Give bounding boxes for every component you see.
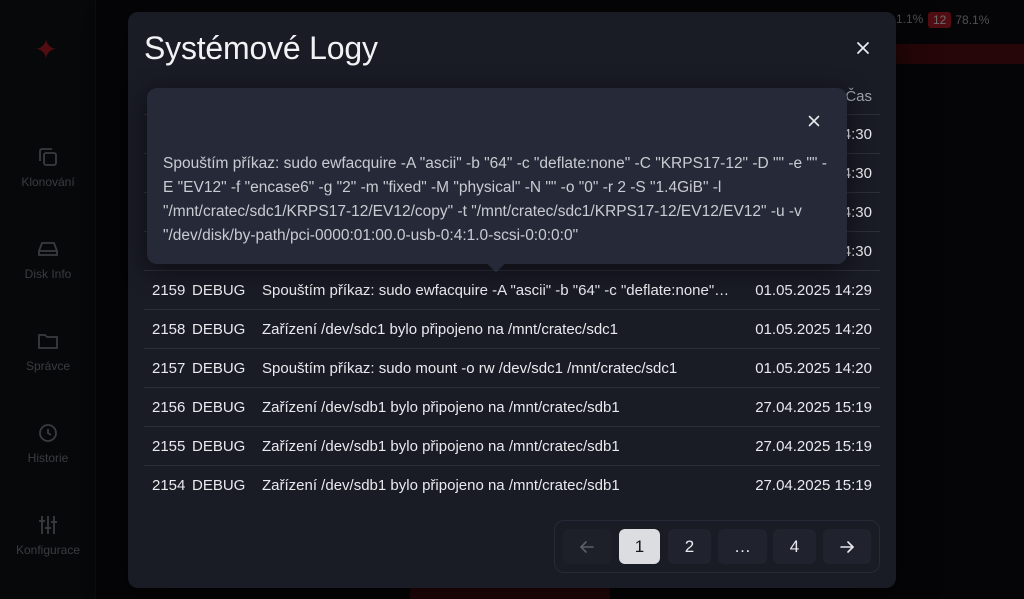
log-message: Zařízení /dev/sdb1 bylo připojeno na /mn…: [262, 438, 620, 455]
pagination: 1 2 … 4: [554, 520, 880, 573]
sidebar-item-label: Disk Info: [24, 267, 72, 281]
modal-title: Systémové Logy: [144, 30, 378, 66]
log-message-tooltip: Spouštím příkaz: sudo ewfacquire -A "asc…: [147, 88, 847, 273]
sidebar-item-historie[interactable]: Historie: [0, 421, 96, 465]
log-time: 27.04.2025 15:19: [755, 399, 872, 416]
bottom-action-button[interactable]: [410, 587, 610, 599]
app-logo-icon: ✦: [34, 34, 58, 65]
table-row[interactable]: 2159 DEBUG Spouštím příkaz: sudo ewfacquir…: [144, 270, 880, 309]
log-level: DEBUG: [192, 360, 246, 377]
column-header-time: Čas: [845, 88, 872, 105]
log-level: DEBUG: [192, 321, 246, 338]
folder-icon: [38, 334, 58, 349]
log-time: 01.05.2025 14:29: [755, 282, 872, 299]
log-time: 4:30: [842, 165, 872, 182]
table-row[interactable]: 2155 DEBUG Zařízení /dev/sdb1 bylo připoje…: [144, 426, 880, 465]
log-level: DEBUG: [192, 477, 246, 494]
close-tooltip-button[interactable]: [804, 111, 824, 131]
table-row[interactable]: 2156 DEBUG Zařízení /dev/sdb1 bylo připoje…: [144, 387, 880, 426]
mem-stat: 12 78.1%: [928, 12, 989, 28]
cpu-stat: 1.1%: [896, 12, 924, 26]
log-id: 2154: [152, 477, 186, 494]
log-time: 4:30: [842, 243, 872, 260]
log-level: DEBUG: [192, 399, 246, 416]
log-id: 2156: [152, 399, 186, 416]
prev-page-button[interactable]: [563, 529, 611, 564]
sliders-icon: [39, 516, 57, 534]
arrow-right-icon: [840, 540, 854, 553]
sidebar-item-klonovani[interactable]: Klonování: [0, 145, 96, 189]
tooltip-text: Spouštím příkaz: sudo ewfacquire -A "asc…: [163, 155, 827, 244]
log-level: DEBUG: [192, 282, 246, 299]
copy-icon: [39, 148, 57, 166]
close-icon: [808, 115, 820, 127]
page-button-2[interactable]: 2: [668, 529, 711, 564]
log-level: DEBUG: [192, 438, 246, 455]
sidebar-item-disk-info[interactable]: Disk Info: [0, 237, 96, 281]
sidebar-item-label: Správce: [25, 359, 71, 373]
table-row[interactable]: 2157 DEBUG Spouštím příkaz: sudo mount -o …: [144, 348, 880, 387]
mem-value: 78.1%: [955, 13, 990, 27]
mem-badge: 12: [928, 12, 952, 28]
sidebar-item-label: Konfigurace: [15, 543, 81, 557]
log-time: 01.05.2025 14:20: [755, 360, 872, 377]
table-row[interactable]: 2158 DEBUG Zařízení /dev/sdc1 bylo připoje…: [144, 309, 880, 348]
log-time: 27.04.2025 15:19: [755, 438, 872, 455]
log-time: 4:30: [842, 126, 872, 143]
log-id: 2159: [152, 282, 186, 299]
sidebar-item-spravce[interactable]: Správce: [0, 329, 96, 373]
next-page-button[interactable]: [823, 529, 871, 564]
arrow-left-icon: [580, 540, 594, 553]
log-message: Spouštím příkaz: sudo ewfacquire -A "asc…: [262, 282, 732, 299]
log-time: 01.05.2025 14:20: [755, 321, 872, 338]
log-id: 2158: [152, 321, 186, 338]
log-message: Zařízení /dev/sdb1 bylo připojeno na /mn…: [262, 477, 620, 494]
log-id: 2155: [152, 438, 186, 455]
disk-icon: [38, 242, 58, 256]
page-button-1[interactable]: 1: [619, 529, 660, 564]
close-icon: [857, 42, 869, 54]
sidebar-item-label: Historie: [27, 451, 69, 465]
page-ellipsis-button[interactable]: …: [718, 529, 767, 564]
log-id: 2157: [152, 360, 186, 377]
log-message: Spouštím příkaz: sudo mount -o rw /dev/s…: [262, 360, 678, 377]
log-message: Zařízení /dev/sdc1 bylo připojeno na /mn…: [262, 321, 619, 338]
table-row[interactable]: 2154 DEBUG Zařízení /dev/sdb1 bylo připoje…: [144, 465, 880, 504]
sidebar-item-label: Klonování: [21, 175, 75, 189]
log-time: 4:30: [842, 204, 872, 221]
close-modal-button[interactable]: [852, 37, 874, 59]
history-icon: [39, 424, 57, 442]
log-time: 27.04.2025 15:19: [755, 477, 872, 494]
sidebar: ✦ Klonování Disk Info Správce Historie K…: [0, 0, 96, 599]
page-button-4[interactable]: 4: [773, 529, 816, 564]
log-message: Zařízení /dev/sdb1 bylo připojeno na /mn…: [262, 399, 620, 416]
sidebar-item-konfigurace[interactable]: Konfigurace: [0, 513, 96, 557]
